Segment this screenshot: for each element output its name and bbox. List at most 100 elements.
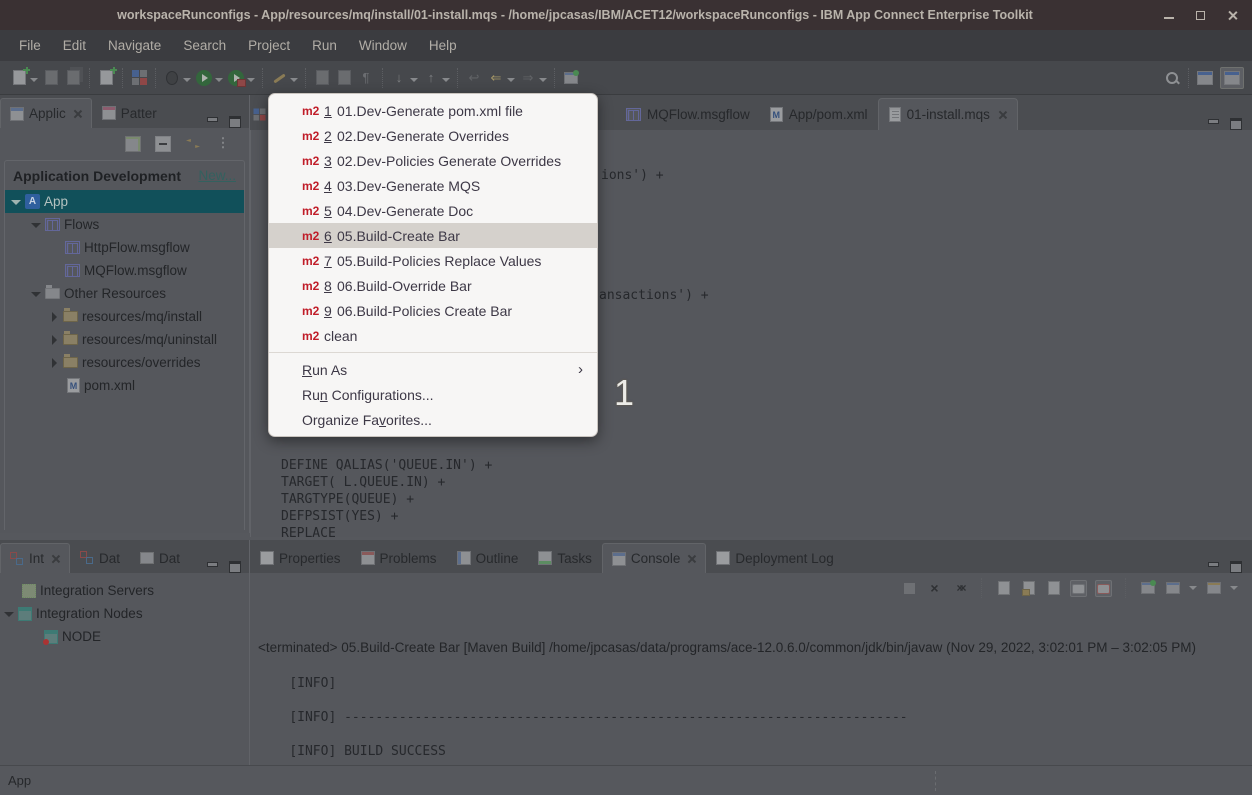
tab-outline[interactable]: Outline [447, 543, 529, 573]
resources-mq-uninstall-expander-icon[interactable] [49, 334, 59, 345]
tab-console[interactable]: Console [601, 543, 707, 573]
menu-edit[interactable]: Edit [52, 33, 97, 58]
tab-tasks[interactable]: Tasks [528, 543, 602, 573]
open-console-icon[interactable] [1205, 580, 1222, 597]
back-dropdown-icon[interactable] [507, 76, 515, 84]
tab-mqflow-msgflow[interactable]: MQFlow.msgflow [616, 98, 760, 130]
tree-item-pom-xml[interactable]: M pom.xml [5, 374, 244, 397]
view-menu-icon[interactable]: ⋮ [215, 136, 231, 152]
collapse-all-icon[interactable] [155, 136, 171, 152]
tree-item-integration-nodes[interactable]: Integration Nodes [0, 602, 249, 625]
tab-01-install-mqs[interactable]: 01-install.mqs [877, 98, 1018, 130]
tree-item-mqflow[interactable]: MQFlow.msgflow [5, 259, 244, 282]
current-perspective-icon[interactable] [1220, 66, 1244, 89]
open-perspective-icon[interactable] [1196, 69, 1214, 87]
debug-dropdown-icon[interactable] [183, 76, 191, 84]
tree-item-resources-mq-uninstall[interactable]: resources/mq/uninstall [5, 328, 244, 351]
menu-item-dev-generate-doc[interactable]: m2 5 04.Dev-Generate Doc [269, 198, 597, 223]
tree-item-flows[interactable]: Flows [5, 213, 244, 236]
back-icon[interactable]: ⇐ [487, 69, 505, 87]
window-close-icon[interactable] [1227, 10, 1238, 21]
previous-annotation-dropdown-icon[interactable] [442, 76, 450, 84]
app-expander-icon[interactable] [11, 197, 21, 207]
menu-item-build-policies-replace-values[interactable]: m2 7 05.Build-Policies Replace Values [269, 248, 597, 273]
menu-window[interactable]: Window [348, 33, 418, 58]
tree-item-node[interactable]: NODE [0, 625, 249, 648]
flows-expander-icon[interactable] [31, 220, 41, 230]
editor-maximize-icon[interactable] [1228, 116, 1242, 130]
resources-mq-install-expander-icon[interactable] [49, 311, 59, 322]
tree-item-httpflow[interactable]: HttpFlow.msgflow [5, 236, 244, 259]
display-selected-console-icon[interactable] [1164, 580, 1181, 597]
run-dropdown-icon[interactable] [215, 76, 223, 84]
menu-item-clean[interactable]: m2 clean [269, 323, 597, 348]
deploy-icon[interactable] [125, 136, 141, 152]
new-link[interactable]: New... [198, 168, 236, 183]
left-panel-maximize-icon[interactable] [227, 114, 241, 128]
menu-file[interactable]: File [8, 33, 52, 58]
menu-item-dev-policies-generate-overrides[interactable]: m2 3 02.Dev-Policies Generate Overrides [269, 148, 597, 173]
menu-item-run-configurations[interactable]: Run Configurations... [269, 382, 597, 407]
console-output[interactable]: <terminated> 05.Build-Create Bar [Maven … [250, 603, 1252, 763]
console-panel-minimize-icon[interactable] [1206, 559, 1220, 573]
clear-console-icon[interactable] [995, 580, 1012, 597]
bar-file-editor-icon[interactable] [130, 69, 148, 87]
left-panel-minimize-icon[interactable] [205, 114, 219, 128]
display-console-dropdown-icon[interactable] [1189, 584, 1197, 592]
console-panel-maximize-icon[interactable] [1228, 559, 1242, 573]
external-tools-dropdown-icon[interactable] [290, 76, 298, 84]
word-wrap-icon[interactable] [1045, 580, 1062, 597]
other-resources-expander-icon[interactable] [31, 289, 41, 299]
next-annotation-dropdown-icon[interactable] [410, 76, 418, 84]
search-icon[interactable] [1163, 69, 1181, 87]
tab-deployment-log[interactable]: Deployment Log [706, 543, 843, 573]
tab-integration-explorer-close-icon[interactable] [51, 554, 60, 563]
tab-integration-explorer[interactable]: Int [0, 543, 71, 573]
window-maximize-icon[interactable] [1196, 10, 1205, 20]
window-minimize-icon[interactable] [1164, 11, 1174, 19]
tab-data-source-explorer[interactable]: Dat [70, 543, 130, 573]
menu-help[interactable]: Help [418, 33, 468, 58]
tab-patterns-explorer[interactable]: Patter [92, 98, 167, 128]
menu-navigate[interactable]: Navigate [97, 33, 172, 58]
new-dropdown-icon[interactable] [30, 76, 38, 84]
menu-item-build-override-bar[interactable]: m2 8 06.Build-Override Bar [269, 273, 597, 298]
new-icon[interactable] [10, 69, 28, 87]
tree-item-other-resources[interactable]: Other Resources [5, 282, 244, 305]
next-annotation-icon[interactable]: ↓ [390, 69, 408, 87]
tab-application-development[interactable]: Applic [0, 98, 92, 128]
integration-panel-minimize-icon[interactable] [205, 559, 219, 573]
tab-problems[interactable]: Problems [351, 543, 447, 573]
menu-item-dev-generate-overrides[interactable]: m2 2 02.Dev-Generate Overrides [269, 123, 597, 148]
menu-item-build-create-bar[interactable]: m2 6 05.Build-Create Bar [269, 223, 597, 248]
tree-item-app[interactable]: A App [5, 190, 244, 213]
pin-console-icon[interactable] [1139, 579, 1156, 597]
external-tools-icon[interactable] [270, 69, 288, 87]
pin-editor-icon[interactable] [562, 69, 580, 87]
menu-item-build-policies-create-bar[interactable]: m2 9 06.Build-Policies Create Bar [269, 298, 597, 323]
previous-annotation-icon[interactable]: ↑ [422, 69, 440, 87]
tree-item-resources-mq-install[interactable]: resources/mq/install [5, 305, 244, 328]
open-console-dropdown-icon[interactable] [1230, 584, 1238, 592]
menu-item-dev-generate-pom[interactable]: m2 1 01.Dev-Generate pom.xml file [269, 98, 597, 123]
tree-item-integration-servers[interactable]: Integration Servers [0, 579, 249, 602]
remove-launch-icon[interactable]: × [926, 580, 943, 597]
tab-01-install-mqs-close-icon[interactable] [998, 110, 1007, 119]
menu-item-run-as[interactable]: Run As › [269, 357, 597, 382]
menu-search[interactable]: Search [172, 33, 237, 58]
remove-all-terminated-icon[interactable]: ×× [951, 580, 968, 597]
tab-data-project-explorer[interactable]: Dat [130, 543, 190, 573]
show-stderr-toggle-icon[interactable] [1095, 579, 1112, 597]
new-wizard-icon[interactable] [97, 69, 115, 87]
debug-icon[interactable] [163, 69, 181, 87]
run-icon[interactable] [195, 69, 213, 87]
editor-minimize-icon[interactable] [1206, 116, 1220, 130]
resources-overrides-expander-icon[interactable] [49, 357, 59, 368]
integration-nodes-expander-icon[interactable] [4, 609, 14, 619]
menu-project[interactable]: Project [237, 33, 301, 58]
tab-console-close-icon[interactable] [687, 554, 696, 563]
tab-application-development-close-icon[interactable] [73, 109, 82, 118]
menu-run[interactable]: Run [301, 33, 348, 58]
tree-item-resources-overrides[interactable]: resources/overrides [5, 351, 244, 374]
menu-item-organize-favorites[interactable]: Organize Favorites... [269, 407, 597, 432]
